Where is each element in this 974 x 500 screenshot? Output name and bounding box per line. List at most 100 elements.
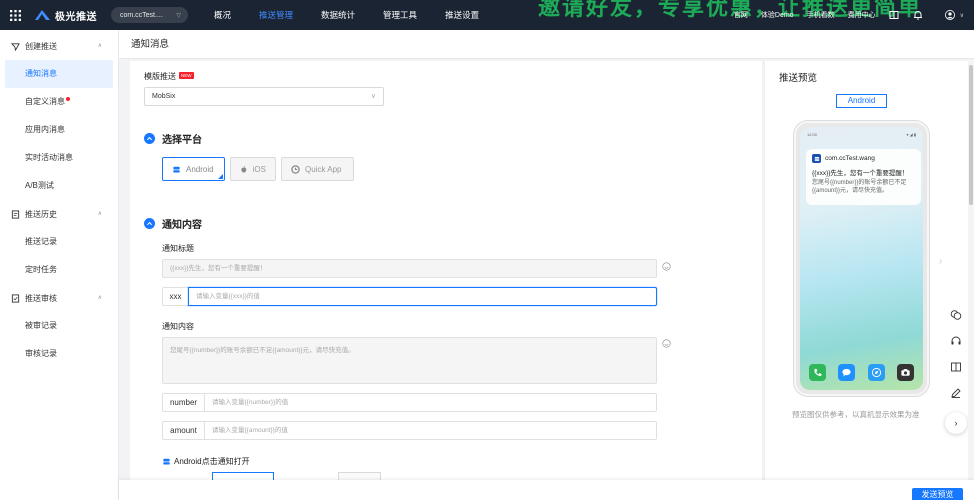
phone-mockup: 12:00 ▾ ◢ ▮ com.ccTest.wang {{xxx}}先生，您有…: [794, 121, 929, 396]
sidebar-item-label: 自定义消息: [25, 97, 65, 106]
top-nav-tools[interactable]: 管理工具: [369, 0, 431, 30]
brand-logo[interactable]: 极光推送: [34, 8, 97, 23]
xxx-variable-input[interactable]: 请输入变量{{xxx}}的值: [188, 287, 657, 306]
vertical-scrollbar[interactable]: [968, 61, 974, 500]
top-nav-overview[interactable]: 概况: [200, 0, 245, 30]
new-badge: NEW: [179, 72, 194, 79]
link-demo[interactable]: 体验Demo: [761, 10, 794, 20]
notification-content-label: 通知内容: [162, 322, 194, 331]
link-mobile-view[interactable]: 手机看数: [807, 10, 835, 20]
collapse-up-icon: [144, 133, 155, 144]
scrollbar-thumb[interactable]: [969, 65, 973, 205]
document-icon: [11, 209, 20, 219]
status-icons: ▾ ◢ ▮: [906, 132, 916, 137]
preview-title: 推送预览: [779, 73, 818, 84]
notification-title: {{xxx}}先生，您有一个重要提醒！: [812, 170, 909, 177]
chevron-down-icon[interactable]: ∨: [960, 12, 964, 19]
bell-icon[interactable]: [912, 9, 924, 21]
top-nav-push-management[interactable]: 推送管理: [245, 0, 307, 30]
template-select-value: MobSix: [152, 93, 176, 100]
section-platform-title: 选择平台: [162, 135, 202, 146]
app-selector-value: com.ccTest....: [120, 11, 163, 19]
top-nav-statistics[interactable]: 数据统计: [307, 0, 369, 30]
platform-quickapp-label: Quick App: [305, 164, 342, 174]
android-click-action-label: Android点击通知打开: [174, 457, 250, 466]
chevron-down-icon: ▽: [176, 12, 181, 19]
platform-android-option[interactable]: Android: [162, 157, 225, 181]
sidebar-group-history[interactable]: 推送历史 ∧: [0, 200, 118, 228]
smiley-icon[interactable]: [662, 339, 671, 348]
send-icon: [11, 42, 20, 51]
app-icon: [812, 154, 821, 163]
preview-disclaimer: 预览图仅供参考，以真机显示效果为准: [792, 410, 920, 419]
sidebar-group-review[interactable]: 推送审核 ∧: [0, 284, 118, 312]
phone-status-bar: 12:00 ▾ ◢ ▮: [807, 132, 916, 137]
section-content-title: 通知内容: [162, 220, 202, 231]
platform-ios-label: iOS: [252, 164, 266, 174]
template-push-label-text: 模版推送: [144, 72, 176, 81]
platform-quickapp-option[interactable]: Quick App: [281, 157, 354, 181]
sidebar-item-custom-message[interactable]: 自定义消息: [0, 88, 118, 116]
sidebar-group-label: 推送历史: [25, 209, 57, 219]
top-right-links: 官网 体验Demo 手机看数 费用中心 ∨: [721, 0, 964, 30]
phone-app-icon: [809, 364, 826, 381]
sidebar-item-ab-test[interactable]: A/B测试: [0, 172, 118, 200]
push-form: 模版推送 NEW MobSix ∨ 选择平台 Android iOS Quick …: [130, 61, 762, 500]
top-nav-settings[interactable]: 推送设置: [431, 0, 493, 30]
sidebar-item-review-records[interactable]: 审核记录: [0, 340, 118, 368]
page-title: 通知消息: [119, 30, 974, 59]
sidebar-group-label: 推送审核: [25, 293, 57, 303]
jiguang-logo-icon: [35, 10, 50, 20]
notification-body: 您尾号{{number}}的账号余额已不足{{amount}}元，请尽快充值。: [812, 180, 907, 195]
sidebar-item-in-app-message[interactable]: 应用内消息: [0, 116, 118, 144]
user-avatar-icon[interactable]: [944, 9, 956, 21]
chevron-right-icon[interactable]: ›: [939, 256, 942, 267]
sidebar-item-reviewed-records[interactable]: 被审记录: [0, 312, 118, 340]
chevron-right-icon: ›: [945, 412, 967, 434]
notification-title-input[interactable]: {{xxx}}先生，您有一个重要提醒！: [162, 259, 657, 278]
app-selector[interactable]: com.ccTest.... ▽: [111, 7, 188, 23]
sidebar-group-create[interactable]: 创建推送 ∧: [0, 32, 118, 60]
brand-name: 极光推送: [55, 11, 97, 23]
section-platform-header[interactable]: 选择平台: [144, 131, 202, 146]
sidebar-item-live-activity[interactable]: 实时活动消息: [0, 144, 118, 172]
link-billing[interactable]: 费用中心: [848, 10, 876, 20]
message-app-icon: [838, 364, 856, 381]
sidebar-item-push-records[interactable]: 推送记录: [0, 228, 118, 256]
amount-variable-input[interactable]: 请输入变量{{amount}}的值: [204, 421, 657, 440]
chevron-up-icon: ∧: [97, 295, 102, 301]
number-variable-input[interactable]: 请输入变量{{number}}的值: [204, 393, 657, 412]
camera-app-icon: [896, 364, 914, 381]
click-action-tab[interactable]: [212, 472, 274, 480]
phone-screen: 12:00 ▾ ◢ ▮ com.ccTest.wang {{xxx}}先生，您有…: [800, 127, 923, 390]
section-content-header[interactable]: 通知内容: [144, 216, 202, 231]
platform-ios-option[interactable]: iOS: [230, 157, 276, 181]
sidebar-item-scheduled-tasks[interactable]: 定时任务: [0, 256, 118, 284]
chevron-up-icon: ∧: [97, 211, 102, 217]
top-bar: 极光推送 com.ccTest.... ▽ 概况 推送管理 数据统计 管理工具 …: [0, 0, 974, 30]
android-icon: [173, 166, 180, 172]
chevron-down-icon: ∨: [370, 93, 376, 100]
notification-app-name: com.ccTest.wang: [825, 155, 875, 162]
sidebar: 创建推送 ∧ 通知消息 自定义消息 应用内消息 实时活动消息 A/B测试 推送历…: [0, 30, 119, 500]
android-click-action-header: Android点击通知打开: [162, 456, 250, 467]
top-nav: 概况 推送管理 数据统计 管理工具 推送设置: [200, 0, 493, 30]
platform-android-label: Android: [186, 164, 214, 174]
sidebar-group-label: 创建推送: [25, 41, 57, 51]
bottom-action-bar: 发送预览: [119, 480, 974, 500]
preview-tab-android[interactable]: Android: [836, 94, 887, 108]
notification-title-label: 通知标题: [162, 244, 194, 253]
app-grid-icon[interactable]: [0, 0, 30, 30]
book-icon[interactable]: [888, 9, 900, 21]
notification-app-row: com.ccTest.wang: [812, 154, 915, 163]
smiley-icon[interactable]: [662, 262, 671, 271]
apple-icon: [241, 165, 247, 172]
template-select[interactable]: MobSix ∨: [144, 87, 384, 106]
notification-content-textarea[interactable]: 您尾号{{number}}的账号余额已不足{{amount}}元，请尽快充值。: [162, 337, 657, 384]
click-action-tab[interactable]: [338, 472, 381, 480]
template-push-label: 模版推送 NEW: [144, 71, 194, 82]
send-preview-button[interactable]: 发送预览: [912, 488, 963, 500]
quick-app-icon: [291, 164, 300, 174]
link-official-site[interactable]: 官网: [734, 10, 748, 20]
sidebar-item-notification[interactable]: 通知消息: [5, 60, 113, 88]
